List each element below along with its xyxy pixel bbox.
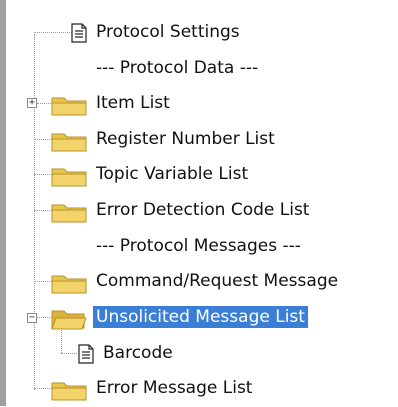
- folder-icon: [51, 97, 87, 116]
- tree-item-unsolicited-message-list[interactable]: − Unsolicited Message List: [6, 300, 398, 336]
- tree-branch-line: [61, 353, 77, 354]
- tree-item-label: Topic Variable List: [96, 164, 249, 184]
- tree-item-label-selected: Unsolicited Message List: [93, 306, 308, 328]
- tree-item-label: Item List: [96, 93, 170, 113]
- tree-item-label: Barcode: [103, 343, 173, 363]
- document-icon: [71, 23, 87, 43]
- tree-item-label: --- Protocol Messages ---: [96, 236, 301, 256]
- tree-item-barcode[interactable]: Barcode: [6, 336, 398, 372]
- folder-icon: [51, 204, 87, 223]
- tree-item-item-list[interactable]: + Item List: [6, 86, 398, 122]
- tree-item-error-message-list[interactable]: Error Message List: [6, 371, 398, 407]
- collapse-icon[interactable]: −: [27, 313, 37, 323]
- tree-item-protocol-messages-separator[interactable]: --- Protocol Messages ---: [6, 229, 398, 265]
- open-folder-icon: [51, 310, 87, 330]
- expand-icon[interactable]: +: [27, 98, 37, 108]
- tree-item-label: Error Message List: [96, 378, 253, 398]
- folder-icon: [51, 133, 87, 152]
- tree-item-protocol-data-separator[interactable]: --- Protocol Data ---: [6, 51, 398, 87]
- tree-item-topic-variable-list[interactable]: Topic Variable List: [6, 157, 398, 193]
- tree-item-label: Register Number List: [96, 129, 275, 149]
- tree-item-label: Error Detection Code List: [96, 200, 310, 220]
- tree-item-label: Protocol Settings: [96, 22, 240, 42]
- folder-icon: [51, 382, 87, 401]
- tree-item-label: Command/Request Message: [96, 271, 339, 291]
- tree-item-command-request-message[interactable]: Command/Request Message: [6, 264, 398, 300]
- tree-item-error-detection-code-list[interactable]: Error Detection Code List: [6, 193, 398, 229]
- tree-item-label: --- Protocol Data ---: [96, 58, 259, 78]
- tree-item-register-number-list[interactable]: Register Number List: [6, 122, 398, 158]
- folder-icon: [51, 168, 87, 187]
- protocol-tree[interactable]: Protocol Settings --- Protocol Data --- …: [6, 0, 398, 406]
- folder-icon: [51, 275, 87, 294]
- tree-item-protocol-settings[interactable]: Protocol Settings: [6, 15, 398, 51]
- document-icon: [78, 344, 94, 364]
